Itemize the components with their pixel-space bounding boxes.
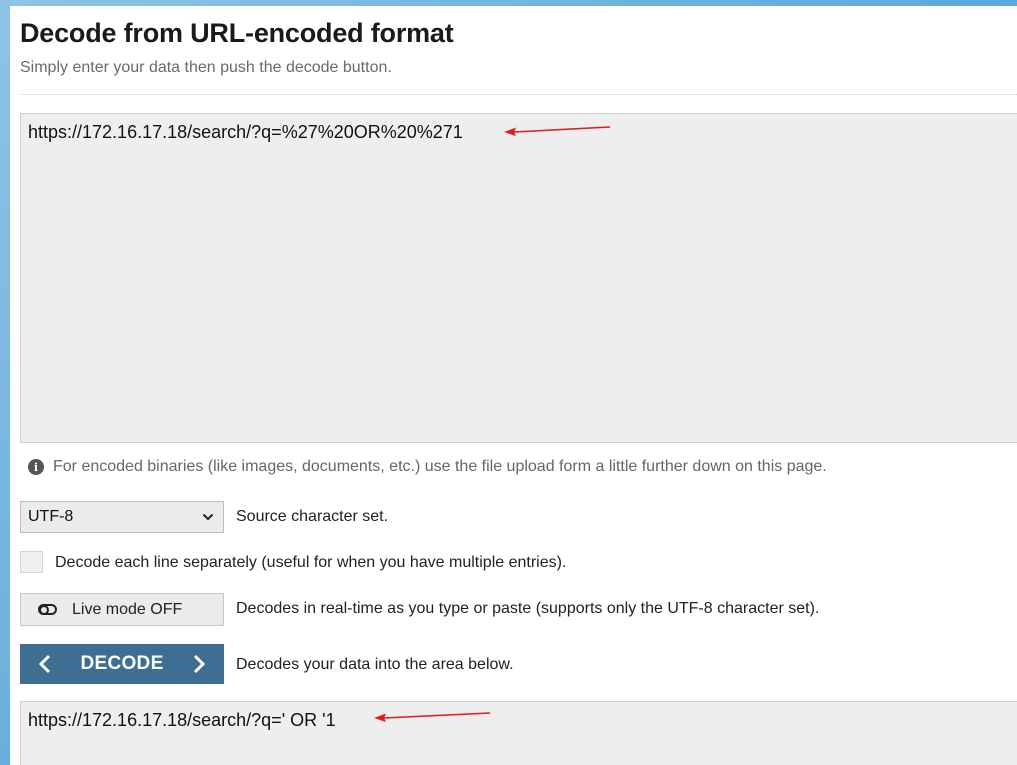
line-separately-checkbox[interactable] [20,551,43,573]
decode-button[interactable]: DECODE [20,644,224,684]
live-mode-label: Live mode OFF [72,600,183,618]
output-textarea[interactable]: https://172.16.17.18/search/?q=' OR '1 [20,701,1017,765]
decode-button-label: DECODE [80,653,164,674]
line-separately-label: Decode each line separately (useful for … [55,554,567,571]
live-mode-button[interactable]: Live mode OFF [20,593,224,626]
page-title: Decode from URL-encoded format [20,18,454,48]
info-icon: i [28,459,44,475]
divider [20,94,1017,95]
chevron-down-icon [202,513,214,521]
charset-select[interactable]: UTF-8 [20,501,224,533]
info-note: i For encoded binaries (like images, doc… [28,458,827,476]
annotation-arrow-input [504,126,611,136]
chevron-right-icon [193,654,206,674]
live-mode-description: Decodes in real-time as you type or past… [236,600,820,617]
charset-label: Source character set. [236,508,389,525]
toggle-icon [38,604,57,615]
chevron-left-icon [38,654,51,674]
decode-description: Decodes your data into the area below. [236,656,514,673]
info-text: For encoded binaries (like images, docum… [53,458,827,475]
annotation-arrow-output [374,712,491,722]
charset-selected-value: UTF-8 [28,508,74,525]
main-panel: Decode from URL-encoded format Simply en… [10,6,1017,765]
input-textarea[interactable]: https://172.16.17.18/search/?q=%27%20OR%… [20,113,1017,443]
page-subtitle: Simply enter your data then push the dec… [20,59,392,76]
